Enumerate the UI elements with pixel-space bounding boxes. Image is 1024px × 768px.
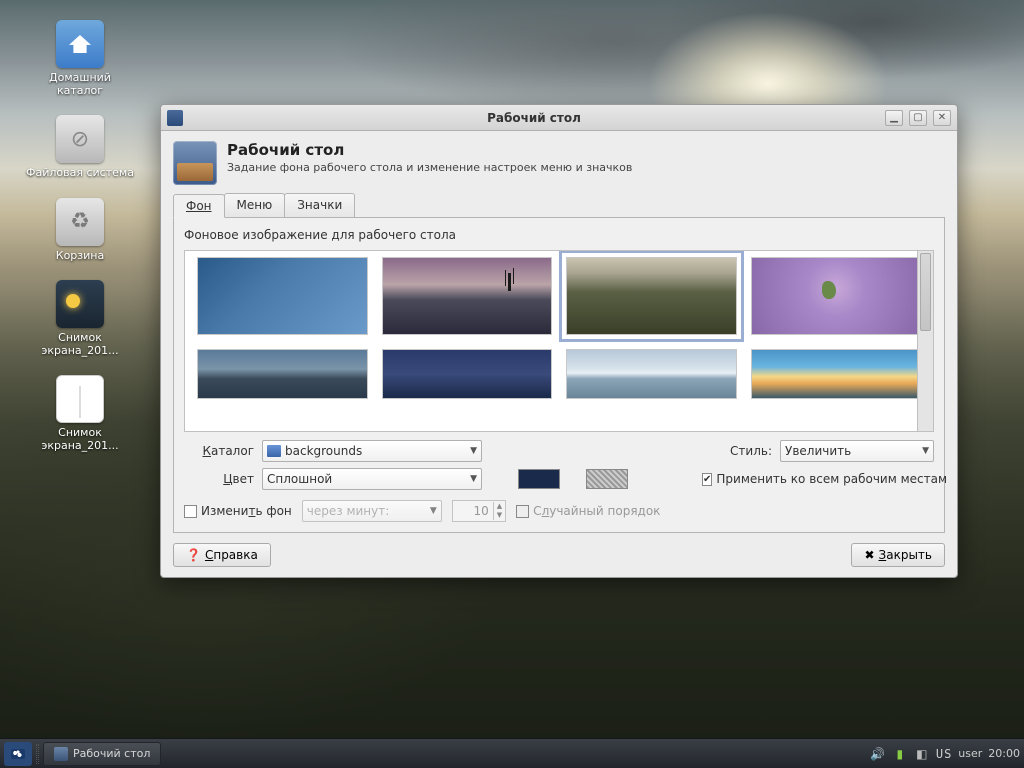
desktop-icon-screenshot-1[interactable]: Снимок экрана_201... <box>20 280 140 357</box>
color-secondary-swatch[interactable] <box>586 469 628 489</box>
taskbar: Рабочий стол 🔊 ▮ ◧ US user 20:00 <box>0 738 1024 768</box>
wallpaper-thumb[interactable] <box>566 349 737 399</box>
desktop-icon-label: Корзина <box>56 249 104 262</box>
apply-all-label: Применить ко всем рабочим местам <box>716 472 947 486</box>
desktop-settings-window: Рабочий стол ▁ ▢ ✕ Рабочий стол Задание … <box>160 104 958 578</box>
taskbar-user[interactable]: user <box>958 747 982 760</box>
desktop-icon-home[interactable]: Домашний каталог <box>20 20 140 97</box>
wallpaper-thumb[interactable] <box>382 349 553 399</box>
network-icon[interactable]: ◧ <box>914 746 930 762</box>
start-menu-button[interactable] <box>4 742 32 766</box>
style-label: Стиль: <box>702 444 772 458</box>
change-bg-checkbox[interactable] <box>184 505 197 518</box>
settings-header: Рабочий стол Задание фона рабочего стола… <box>173 141 945 185</box>
tab-background[interactable]: Фон <box>173 194 225 218</box>
wallpaper-thumb[interactable] <box>751 257 922 335</box>
window-footer: ❓ Справка ✖ Закрыть <box>173 541 945 567</box>
desktop-icon-trash[interactable]: Корзина <box>20 198 140 262</box>
home-folder-icon <box>56 20 104 68</box>
window-app-icon <box>167 110 183 126</box>
chevron-down-icon: ▼ <box>430 506 437 516</box>
trash-icon <box>56 198 104 246</box>
color-mode-combo[interactable]: Сплошной ▼ <box>262 468 482 490</box>
wallpaper-thumb[interactable] <box>751 349 922 399</box>
window-body: Рабочий стол Задание фона рабочего стола… <box>161 131 957 577</box>
random-checkbox[interactable] <box>516 505 529 518</box>
battery-icon[interactable]: ▮ <box>892 746 908 762</box>
taskbar-clock[interactable]: 20:00 <box>988 747 1020 760</box>
taskbar-app-desktop-settings[interactable]: Рабочий стол <box>43 742 161 766</box>
wallpaper-thumb-selected[interactable] <box>566 257 737 335</box>
chevron-down-icon: ▼ <box>922 446 929 456</box>
wallpaper-list-label: Фоновое изображение для рабочего стола <box>184 228 934 242</box>
help-icon: ❓ <box>186 548 201 562</box>
change-bg-check-row[interactable]: Изменить фон <box>184 504 292 518</box>
help-button[interactable]: ❓ Справка <box>173 543 271 567</box>
chevron-down-icon: ▼ <box>470 446 477 456</box>
wallpaper-icon <box>173 141 217 185</box>
random-label: Случайный порядок <box>533 504 660 518</box>
interval-spinbox[interactable]: ▲▼ <box>452 500 506 522</box>
taskbar-app-icon <box>54 747 68 761</box>
wallpaper-thumb[interactable] <box>382 257 553 335</box>
folder-icon <box>267 445 281 457</box>
style-combo[interactable]: Увеличить ▼ <box>780 440 934 462</box>
color-label: Цвет <box>184 472 254 486</box>
catalog-label: Каталог <box>184 444 254 458</box>
screenshot-file-icon <box>56 375 104 423</box>
tab-icons[interactable]: Значки <box>284 193 355 217</box>
catalog-combo[interactable]: backgrounds ▼ <box>262 440 482 462</box>
keyboard-layout-indicator[interactable]: US <box>936 747 952 761</box>
wallpaper-scrollbar[interactable] <box>917 251 933 431</box>
filesystem-icon <box>56 115 104 163</box>
interval-input[interactable] <box>453 504 493 518</box>
window-titlebar[interactable]: Рабочий стол ▁ ▢ ✕ <box>161 105 957 131</box>
window-minimize-button[interactable]: ▁ <box>885 110 903 126</box>
interval-row: Изменить фон через минут: ▼ ▲▼ Случайный… <box>184 498 934 522</box>
apply-all-check-row[interactable]: ✔ Применить ко всем рабочим местам <box>702 472 934 486</box>
controls-grid: Каталог backgrounds ▼ Стиль: Увеличить ▼… <box>184 440 934 490</box>
screenshot-thumb-icon <box>56 280 104 328</box>
desktop-icon-filesystem[interactable]: Файловая система <box>20 115 140 179</box>
wallpaper-thumb[interactable] <box>197 257 368 335</box>
spin-down-icon[interactable]: ▼ <box>494 511 505 520</box>
tab-menu[interactable]: Меню <box>224 193 286 217</box>
desktop-icons: Домашний каталог Файловая система Корзин… <box>20 20 140 453</box>
close-icon: ✖ <box>864 548 874 562</box>
taskbar-separator <box>36 744 39 764</box>
interval-unit-combo[interactable]: через минут: ▼ <box>302 500 442 522</box>
wallpaper-grid <box>189 257 929 399</box>
tab-row: Фон Меню Значки <box>173 193 945 217</box>
desktop-icon-label: Снимок экрана_201... <box>25 331 135 357</box>
close-button[interactable]: ✖ Закрыть <box>851 543 945 567</box>
window-close-button[interactable]: ✕ <box>933 110 951 126</box>
random-check-row[interactable]: Случайный порядок <box>516 504 660 518</box>
volume-icon[interactable]: 🔊 <box>870 746 886 762</box>
tabs-area: Фон Меню Значки Фоновое изображение для … <box>173 193 945 533</box>
desktop-icon-label: Файловая система <box>26 166 134 179</box>
desktop-icon-label: Снимок экрана_201... <box>25 426 135 452</box>
desktop-icon-screenshot-2[interactable]: Снимок экрана_201... <box>20 375 140 452</box>
spin-up-icon[interactable]: ▲ <box>494 502 505 511</box>
wallpaper-list-frame <box>184 250 934 432</box>
taskbar-app-label: Рабочий стол <box>73 747 150 760</box>
desktop-icon-label: Домашний каталог <box>25 71 135 97</box>
window-title: Рабочий стол <box>189 111 879 125</box>
color-primary-swatch[interactable] <box>518 469 560 489</box>
apply-all-checkbox[interactable]: ✔ <box>702 473 712 486</box>
window-maximize-button[interactable]: ▢ <box>909 110 927 126</box>
settings-heading: Рабочий стол <box>227 141 632 159</box>
chevron-down-icon: ▼ <box>470 474 477 484</box>
settings-subheading: Задание фона рабочего стола и изменение … <box>227 161 632 174</box>
system-tray: 🔊 ▮ ◧ US user 20:00 <box>870 746 1020 762</box>
change-bg-label: Изменить фон <box>201 504 292 518</box>
wallpaper-thumb[interactable] <box>197 349 368 399</box>
tab-panel-background: Фоновое изображение для рабочего стола <box>173 217 945 533</box>
